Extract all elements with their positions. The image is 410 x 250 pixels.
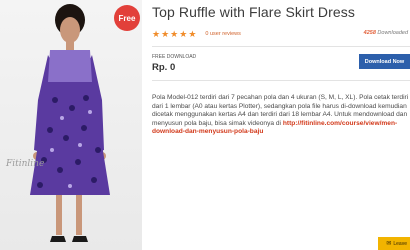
envelope-icon: ✉ xyxy=(386,241,392,247)
user-reviews-link[interactable]: 0 user reviews xyxy=(205,31,240,37)
star-icon[interactable]: ★ xyxy=(161,29,169,39)
price-value: Rp. 0 xyxy=(152,62,176,73)
free-badge-label: Free xyxy=(118,13,136,23)
download-count: 4258 Downloaded xyxy=(364,30,408,36)
watermark-logo: Fitinline xyxy=(5,159,44,169)
star-icon[interactable]: ★ xyxy=(152,29,160,39)
download-count-number: 4258 xyxy=(363,30,376,36)
download-now-button[interactable]: Download Now xyxy=(359,54,410,69)
divider xyxy=(152,46,410,47)
free-badge: Free xyxy=(114,5,140,31)
product-description: Pola Model-012 terdiri dari 7 pecahan po… xyxy=(152,94,410,137)
dress-model-image: Fitinline xyxy=(5,4,110,242)
divider xyxy=(152,80,410,81)
product-title: Top Ruffle with Flare Skirt Dress xyxy=(152,4,355,20)
star-icon[interactable]: ★ xyxy=(188,29,196,39)
leave-message-button[interactable]: ✉ Leave xyxy=(378,237,410,250)
rating-stars: ★ ★ ★ ★ ★ xyxy=(152,29,196,39)
star-icon[interactable]: ★ xyxy=(170,29,178,39)
download-count-label: Downloaded xyxy=(377,30,408,36)
rating-row: ★ ★ ★ ★ ★ 0 user reviews 4258 Downloaded xyxy=(152,28,410,40)
product-photo: Fitinline xyxy=(0,0,142,250)
star-icon[interactable]: ★ xyxy=(179,29,187,39)
price-label: FREE DOWNLOAD xyxy=(152,54,197,60)
leave-message-label: Leave xyxy=(393,240,407,247)
